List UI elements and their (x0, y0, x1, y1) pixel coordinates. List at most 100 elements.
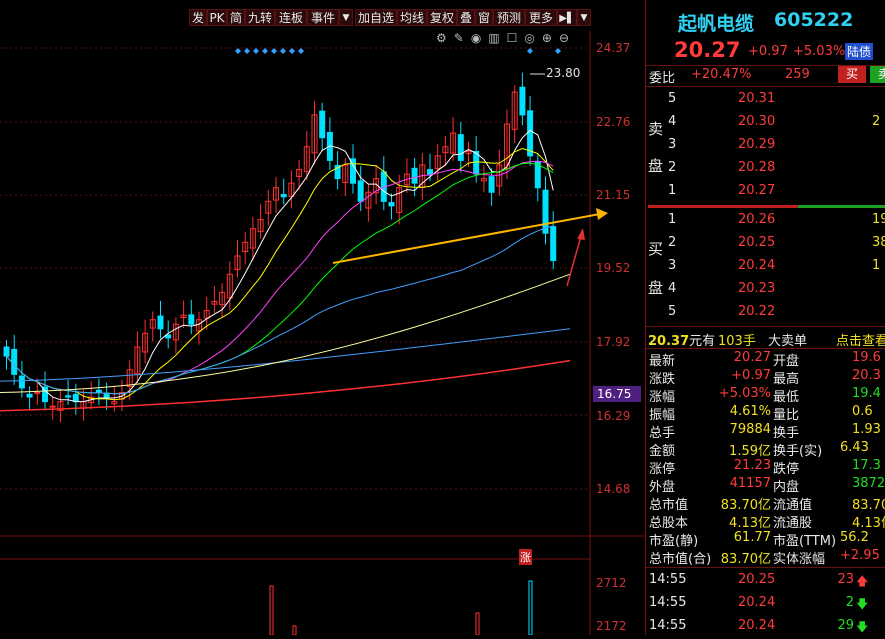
toolbar-fa-button[interactable]: 发 (189, 9, 207, 26)
bid-level: 3 (668, 258, 677, 273)
tick-time: 14:55 (649, 572, 687, 587)
toolbar-more-dropdown-icon[interactable]: ▼ (577, 9, 591, 26)
bid-row[interactable]: 1 20.26 19 (646, 212, 885, 230)
toolbar-ma-button[interactable]: 均线 (397, 9, 427, 26)
ma60-line (6, 225, 554, 395)
stat-value: +2.95 (840, 548, 880, 563)
stat-value: 41157 (729, 476, 771, 491)
stat-label: 涨幅 (649, 390, 676, 405)
bid-row[interactable]: 2 20.25 38 (646, 235, 885, 253)
candle-body (65, 395, 72, 398)
toolbar-window-button[interactable]: 窗 (475, 9, 493, 26)
volume-bar (475, 612, 480, 635)
price-axis-label: 17.92 (596, 335, 631, 349)
stat-label: 实体涨幅 (773, 552, 826, 567)
stat-label: 换手 (773, 426, 800, 441)
stats-row: 涨停 21.23 跌停 17.3 (646, 458, 885, 477)
toolbar-dropdown-icon[interactable]: ▼ (339, 9, 353, 26)
ask-level: 5 (668, 91, 677, 106)
bid-row[interactable]: 4 20.23 (646, 281, 885, 299)
candle-body (18, 375, 25, 389)
stat-label: 总手 (649, 426, 676, 441)
buy-button[interactable]: 买 (838, 66, 867, 83)
eye-icon[interactable]: ◉ (471, 31, 488, 45)
bid-row[interactable]: 5 20.22 (646, 304, 885, 322)
toolbar-add-watchlist-button[interactable]: 加自选 (355, 9, 397, 26)
bigorder-view-link[interactable]: 点击查看 (836, 330, 885, 349)
toolbar-more-button[interactable]: 更多 (525, 9, 557, 26)
ask-row[interactable]: 1 20.27 (646, 183, 885, 201)
stat-value: 20.3 (852, 368, 881, 383)
lugu-tag[interactable]: 陆债 (845, 43, 874, 60)
stat-value: 19.4 (852, 386, 881, 401)
stat-value: 83.70亿 (852, 498, 885, 513)
volume-bar (528, 580, 533, 635)
kline-svg (0, 31, 645, 635)
toolbar-jiuzhuan-button[interactable]: 九转 (245, 9, 275, 26)
candle-body (319, 110, 326, 139)
target-icon[interactable]: ◎ (524, 31, 541, 45)
stats-row: 外盘 41157 内盘 3872 (646, 476, 885, 495)
candle-body (550, 226, 557, 262)
tick-row: 14:55 20.25 23 🡅 (646, 572, 885, 590)
event-diamond-icon (555, 48, 561, 54)
price-axis-label: 24.37 (596, 41, 631, 55)
bid-level: 4 (668, 281, 677, 296)
arrow-up-icon: 🡅 (856, 574, 869, 588)
stat-value: 1.93 (852, 422, 881, 437)
stat-label: 涨停 (649, 462, 676, 477)
stat-value: 4.61% (729, 404, 771, 419)
toolbar-play-icon[interactable]: ▶▌ (557, 9, 577, 26)
pen-icon[interactable]: ✎ (454, 31, 471, 45)
chart-tool-icons: ⚙✎◉▥☐◎⊕⊖ (436, 31, 576, 45)
toolbar-lianban-button[interactable]: 连板 (275, 9, 307, 26)
tick-price: 20.24 (738, 595, 776, 610)
chart-toolbar: 发 PK 简 九转 连板 事件 ▼ 加自选 均线 复权 叠 窗 预测 更多 ▶▌… (0, 0, 645, 31)
stat-label: 最高 (773, 372, 800, 387)
stat-label: 市盈(静) (649, 534, 699, 549)
volume-axis-label: 2172 (596, 619, 627, 633)
ask-row[interactable]: 2 20.28 (646, 160, 885, 178)
rebound-arrow-icon (577, 228, 585, 240)
candle-body (95, 389, 102, 394)
candle-body (411, 167, 418, 184)
ask-row[interactable]: 5 20.31 (646, 91, 885, 109)
trash-icon[interactable]: ▥ (488, 31, 506, 45)
tick-time: 14:55 (649, 618, 687, 633)
stat-label: 最低 (773, 390, 800, 405)
toolbar-overlay-button[interactable]: 叠 (457, 9, 475, 26)
event-diamond-icon (244, 48, 250, 54)
event-diamond-icon (235, 48, 241, 54)
stat-value: 4.13亿 (729, 516, 771, 531)
sell-button[interactable]: 卖 (870, 66, 885, 83)
event-diamond-icon (262, 48, 268, 54)
ma250-line (0, 273, 571, 394)
zoom-out-icon[interactable]: ⊖ (559, 31, 576, 45)
stats-row: 振幅 4.61% 量比 0.6 (646, 404, 885, 423)
candle-body (49, 405, 56, 408)
toolbar-shijian-button[interactable]: 事件 (307, 9, 339, 26)
settings-icon[interactable]: ⚙ (436, 31, 454, 45)
toolbar-forecast-button[interactable]: 预测 (493, 9, 525, 26)
bid-price: 20.25 (738, 235, 776, 250)
stats-row: 总股本4.13亿流通股4.13亿 (646, 512, 885, 531)
stats-row: 总市值(合) 83.70亿 实体涨幅 +2.95 (646, 548, 885, 567)
toolbar-fuquan-button[interactable]: 复权 (427, 9, 457, 26)
tick-price: 20.24 (738, 618, 776, 633)
bigorder-label: 大卖单 (768, 334, 808, 349)
stock-change-pct: +5.03% (793, 44, 846, 59)
ask-row[interactable]: 3 20.29 (646, 137, 885, 155)
tick-row: 14:55 20.24 2 🡇 (646, 595, 885, 613)
bid-row[interactable]: 3 20.24 1 (646, 258, 885, 276)
stat-value: 6.43 (840, 440, 869, 455)
toolbar-jian-button[interactable]: 简 (227, 9, 245, 26)
ask-row[interactable]: 4 20.30 2 (646, 114, 885, 132)
toolbar-pk-button[interactable]: PK (207, 9, 227, 26)
candle-body (427, 169, 433, 175)
kline-chart[interactable]: 24.37 22.76 21.15 19.52 17.92 16.75 16.2… (0, 31, 645, 635)
stats-row: 总市值83.70亿流通值83.70亿 (646, 494, 885, 513)
stat-label: 流通值 (773, 498, 813, 513)
hand-icon[interactable]: ☐ (507, 31, 525, 45)
candle-body (357, 180, 364, 202)
zoom-in-icon[interactable]: ⊕ (542, 31, 559, 45)
